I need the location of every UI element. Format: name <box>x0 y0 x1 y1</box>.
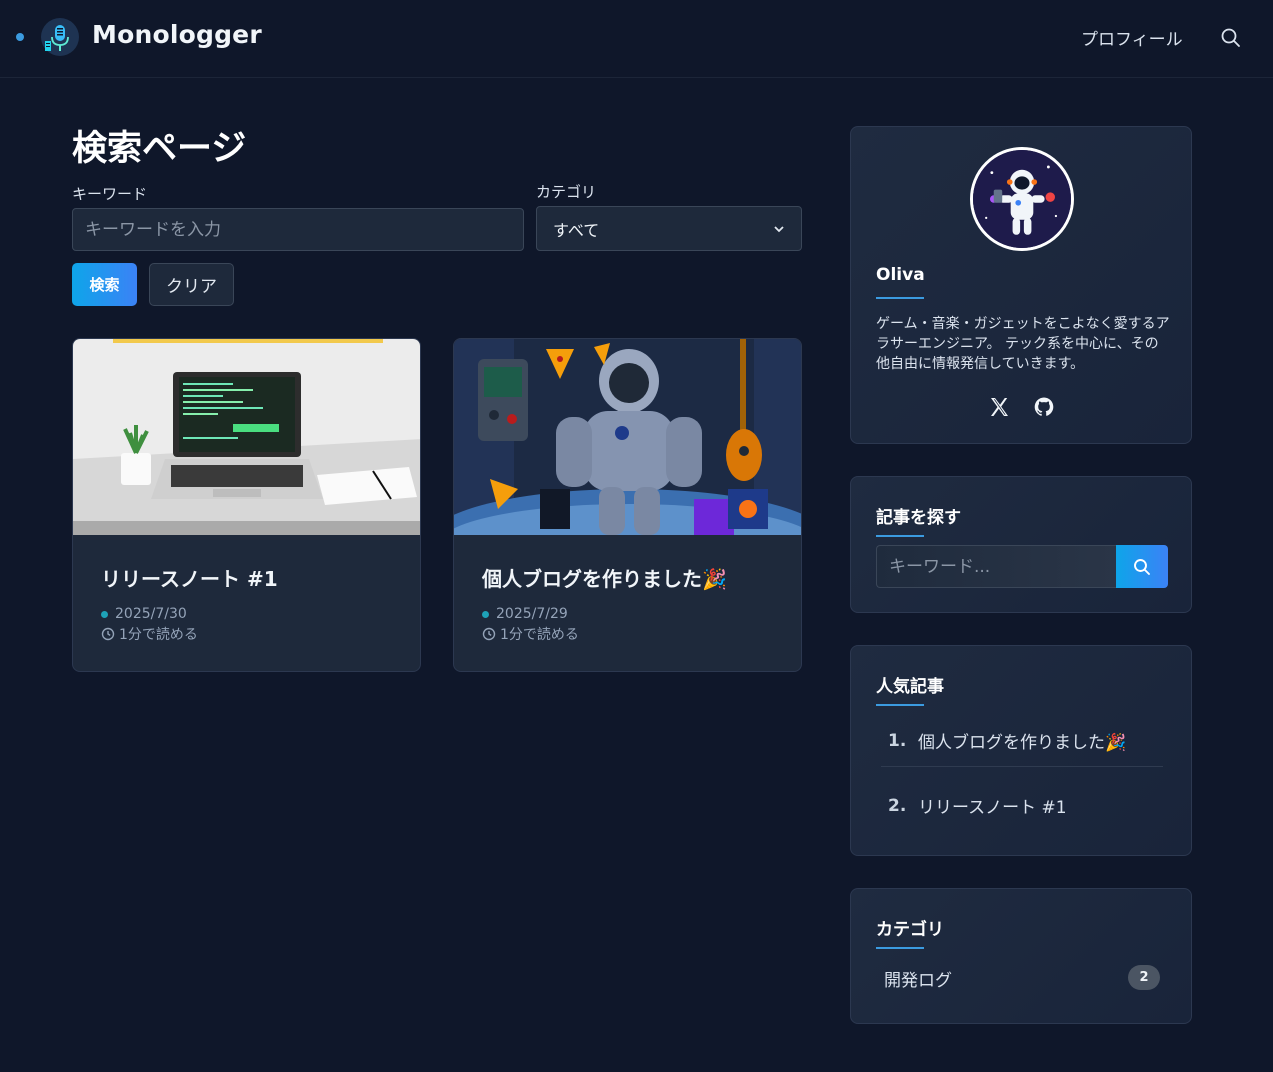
chevron-down-icon <box>774 225 784 232</box>
clock-icon <box>482 627 496 641</box>
sidebar-search-input[interactable] <box>876 545 1116 588</box>
menu-dot-icon[interactable] <box>16 33 24 41</box>
microphone-logo-icon[interactable] <box>40 17 80 57</box>
profile-bio: ゲーム・音楽・ガジェットをこよなく愛するアラサーエンジニア。 テック系を中心に、… <box>876 316 1170 372</box>
post-thumbnail-laptop <box>73 339 420 535</box>
profile-name: Oliva <box>876 265 925 285</box>
category-label: カテゴリ <box>536 183 597 201</box>
x-twitter-icon[interactable] <box>987 395 1011 419</box>
find-articles-widget: 記事を探す <box>850 476 1192 613</box>
clear-button[interactable]: クリア <box>149 263 234 306</box>
site-header: Monologger プロフィール <box>0 0 1273 78</box>
date-dot-icon <box>101 610 108 618</box>
post-date-text: 2025/7/30 <box>115 606 187 622</box>
categories-underline <box>876 947 924 949</box>
popular-underline <box>876 704 924 706</box>
category-item-devlog[interactable]: 開発ログ <box>884 966 952 991</box>
post-card[interactable]: リリースノート #1 2025/7/30 1分で読める <box>72 338 421 672</box>
popular-title: 人気記事 <box>876 677 944 697</box>
category-select-value: すべて <box>553 220 600 240</box>
popular-articles-widget: 人気記事 1. 個人ブログを作りました🎉 2. リリースノート #1 <box>850 645 1192 856</box>
find-articles-title: 記事を探す <box>876 508 961 528</box>
post-thumbnail-astronaut <box>454 339 801 535</box>
date-dot-icon <box>482 610 489 618</box>
search-button[interactable]: 検索 <box>72 263 137 306</box>
post-date-text: 2025/7/29 <box>496 606 568 622</box>
category-select[interactable]: すべて <box>536 206 802 251</box>
popular-item-number: 2. <box>888 795 907 816</box>
category-count-badge: 2 <box>1128 965 1160 990</box>
post-card[interactable]: 個人ブログを作りました🎉 2025/7/29 1分で読める <box>453 338 802 672</box>
avatar[interactable] <box>970 147 1074 251</box>
nav-profile-link[interactable]: プロフィール <box>1081 25 1183 50</box>
profile-name-underline <box>876 297 924 299</box>
search-icon <box>1134 558 1150 575</box>
post-date: 2025/7/30 <box>101 606 187 622</box>
page-title: 検索ページ <box>72 129 247 169</box>
find-articles-underline <box>876 535 924 537</box>
post-read-time-text: 1分で読める <box>500 627 579 643</box>
post-read-time: 1分で読める <box>101 624 198 644</box>
popular-item[interactable]: 2. リリースノート #1 <box>888 793 1067 819</box>
search-icon[interactable] <box>1218 25 1244 51</box>
profile-widget: Oliva ゲーム・音楽・ガジェットをこよなく愛するアラサーエンジニア。 テック… <box>850 126 1192 444</box>
post-title[interactable]: リリースノート #1 <box>101 563 278 592</box>
post-date: 2025/7/29 <box>482 606 568 622</box>
post-read-time-text: 1分で読める <box>119 627 198 643</box>
github-icon[interactable] <box>1032 395 1056 419</box>
post-read-time: 1分で読める <box>482 624 579 644</box>
clock-icon <box>101 627 115 641</box>
popular-item-title[interactable]: リリースノート #1 <box>918 793 1067 818</box>
popular-item[interactable]: 1. 個人ブログを作りました🎉 <box>888 728 1126 754</box>
keyword-label: キーワード <box>72 185 148 203</box>
categories-title: カテゴリ <box>876 920 944 940</box>
post-title[interactable]: 個人ブログを作りました🎉 <box>482 563 727 592</box>
site-brand[interactable]: Monologger <box>92 20 262 49</box>
keyword-input[interactable] <box>72 208 524 251</box>
sidebar-search-button[interactable] <box>1116 545 1168 588</box>
categories-widget: カテゴリ 開発ログ 2 <box>850 888 1192 1024</box>
popular-item-number: 1. <box>888 730 907 751</box>
popular-divider <box>881 766 1163 767</box>
popular-item-title[interactable]: 個人ブログを作りました🎉 <box>918 728 1126 753</box>
